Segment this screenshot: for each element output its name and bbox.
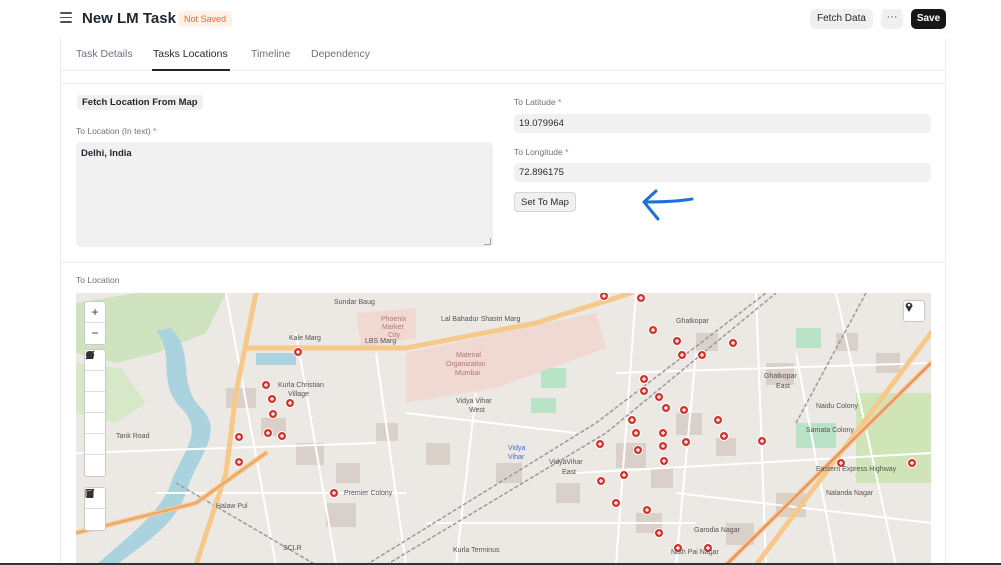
map-label: Halaw Pul xyxy=(216,503,248,510)
set-to-map-button[interactable]: Set To Map xyxy=(514,192,576,212)
map-label: Nalanda Nagar xyxy=(826,490,874,497)
map-label: Naidu Colony xyxy=(816,403,859,410)
section-divider xyxy=(61,83,947,84)
to-longitude-label: To Longitude * xyxy=(514,147,569,157)
map-label: VidyaVihar xyxy=(549,459,583,466)
map-label: Market xyxy=(382,324,404,331)
draw-toolbar xyxy=(84,349,106,477)
page-header: New LM Task Not Saved Fetch Data ··· Sav… xyxy=(0,0,1001,38)
locate-marker-button[interactable] xyxy=(903,300,925,322)
active-tab-indicator xyxy=(152,69,230,71)
page-title: New LM Task xyxy=(82,10,176,27)
map-label: SCLR xyxy=(283,545,302,552)
zoom-in-button[interactable]: + xyxy=(85,302,105,323)
map-label: Material xyxy=(456,352,481,359)
to-location-label: To Location xyxy=(76,275,120,285)
map-label: Lal Bahadur Shastri Marg xyxy=(441,316,521,323)
form-card: Task Details Tasks Locations Timeline De… xyxy=(60,38,947,565)
to-latitude-field[interactable]: 19.079964 xyxy=(514,114,931,133)
tab-task-details[interactable]: Task Details xyxy=(76,48,133,60)
rectangle-icon[interactable] xyxy=(85,351,105,413)
map-label: Kurla Terminus xyxy=(453,547,500,554)
location-pin-icon xyxy=(905,302,913,312)
hamburger-menu-icon[interactable] xyxy=(60,12,72,24)
map-label: Kale Marg xyxy=(289,335,321,342)
map-label: Vidya xyxy=(508,445,526,452)
map-label: Nath Pai Nagar xyxy=(671,549,719,556)
map-label: LBS Marg xyxy=(365,338,397,345)
polygon-icon[interactable] xyxy=(85,351,105,392)
map-label: West xyxy=(469,407,485,414)
map-label: East xyxy=(562,469,577,476)
map-label: Samata Colony xyxy=(806,427,854,434)
fetch-data-button[interactable]: Fetch Data xyxy=(810,9,873,29)
map-label: East xyxy=(776,383,791,390)
to-location-text-label: To Location (In text) * xyxy=(76,126,157,136)
map-label: Sundar Baug xyxy=(334,299,375,306)
location-map[interactable]: Sundar Baug Phoenix Market City Kale Mar… xyxy=(76,293,931,565)
to-longitude-field[interactable]: 72.896175 xyxy=(514,163,931,182)
map-tiles xyxy=(76,293,931,565)
map-label: Organization xyxy=(446,361,486,368)
tab-bar: Task Details Tasks Locations Timeline De… xyxy=(61,38,947,71)
map-label: Village xyxy=(288,391,309,398)
save-button[interactable]: Save xyxy=(911,9,946,29)
circlemarker-icon[interactable] xyxy=(85,351,105,476)
delete-icon[interactable] xyxy=(85,489,105,530)
to-location-text-value: Delhi, India xyxy=(81,148,132,159)
tab-dependency[interactable]: Dependency xyxy=(311,48,370,60)
resize-handle-icon[interactable] xyxy=(484,238,491,245)
map-label: Premier Colony xyxy=(344,490,393,497)
annotation-arrow-icon xyxy=(642,189,694,221)
zoom-control: + − xyxy=(84,301,106,345)
map-label: Vidya Vihar xyxy=(456,398,492,405)
to-location-text-field[interactable]: Delhi, India xyxy=(76,142,493,247)
status-badge: Not Saved xyxy=(178,11,233,27)
edit-toolbar xyxy=(84,487,106,531)
section-divider xyxy=(61,262,947,263)
circle-icon[interactable] xyxy=(85,351,105,434)
map-label: Tank Road xyxy=(116,433,150,440)
map-label: Mumbai xyxy=(455,370,480,377)
fetch-location-from-map-button[interactable]: Fetch Location From Map xyxy=(77,95,203,110)
tab-timeline[interactable]: Timeline xyxy=(251,48,290,60)
map-label: Garodia Nagar xyxy=(694,527,740,534)
to-latitude-label: To Latitude * xyxy=(514,97,562,107)
zoom-out-button[interactable]: − xyxy=(85,323,105,344)
marker-icon[interactable] xyxy=(85,351,105,455)
map-label: Phoenix xyxy=(381,316,407,323)
more-actions-button[interactable]: ··· xyxy=(881,9,903,29)
map-label: Vihar xyxy=(508,454,525,461)
map-label: Ghatkopar xyxy=(676,318,709,325)
map-label: Eastern Express Highway xyxy=(816,466,897,473)
map-label: Kurla Christian xyxy=(278,382,324,389)
tab-tasks-locations[interactable]: Tasks Locations xyxy=(153,48,228,60)
map-label: Ghatkopar xyxy=(764,373,797,380)
